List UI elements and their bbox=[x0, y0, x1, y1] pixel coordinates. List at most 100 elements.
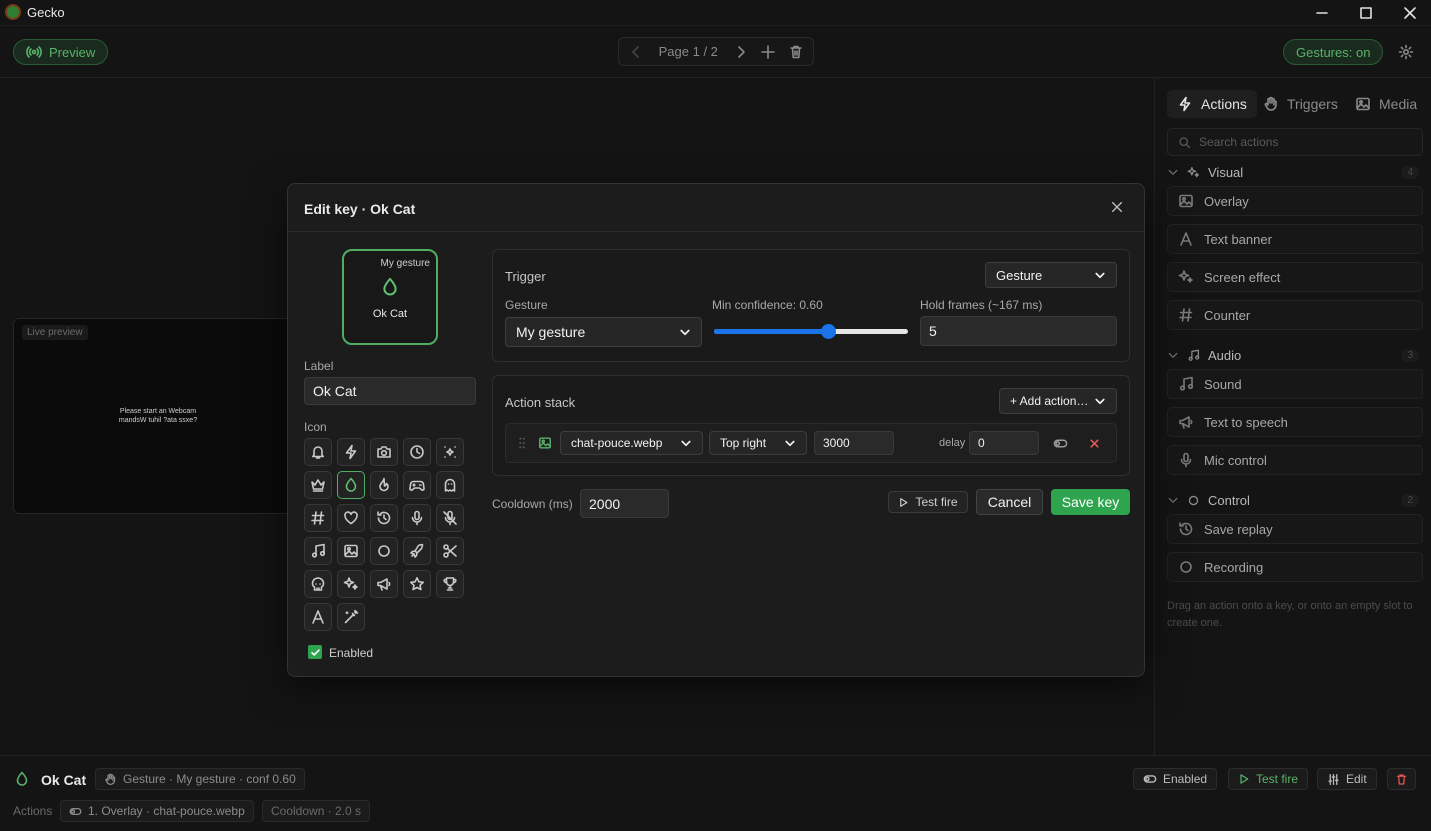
action-screen-effect[interactable]: Screen effect bbox=[1167, 262, 1423, 292]
tab-actions[interactable]: Actions bbox=[1167, 90, 1257, 118]
add-action-select[interactable]: + Add action… bbox=[999, 388, 1117, 414]
icon-option-trophy[interactable] bbox=[436, 570, 464, 598]
minimize-icon bbox=[1316, 12, 1328, 14]
trigger-chip: Gesture · My gesture · conf 0.60 bbox=[95, 768, 305, 790]
enabled-toggle-button[interactable]: Enabled bbox=[1133, 768, 1218, 790]
delete-key-button[interactable] bbox=[1387, 768, 1416, 790]
icon-option-circle[interactable] bbox=[370, 537, 398, 565]
icon-option-mic-off[interactable] bbox=[436, 504, 464, 532]
action-sound[interactable]: Sound bbox=[1167, 369, 1423, 399]
slider-thumb[interactable] bbox=[821, 324, 836, 339]
icon-option-text-a[interactable] bbox=[304, 603, 332, 631]
hold-frames-value: 5 bbox=[929, 323, 937, 339]
gesture-select[interactable]: My gesture bbox=[505, 317, 702, 347]
action-stack-panel: Action stack + Add action… chat-pouce.we… bbox=[492, 375, 1130, 476]
icon-option-rocket[interactable] bbox=[403, 537, 431, 565]
icon-option-droplet[interactable] bbox=[337, 471, 365, 499]
icon-option-scissors[interactable] bbox=[436, 537, 464, 565]
save-key-button[interactable]: Save key bbox=[1051, 489, 1130, 515]
media-file-value: chat-pouce.webp bbox=[571, 436, 663, 450]
minimize-button[interactable] bbox=[1299, 0, 1345, 26]
icon-option-history[interactable] bbox=[370, 504, 398, 532]
delay-input[interactable]: 0 bbox=[969, 431, 1039, 455]
skull-icon bbox=[311, 577, 325, 591]
action-counter[interactable]: Counter bbox=[1167, 300, 1423, 330]
icon-option-star[interactable] bbox=[403, 570, 431, 598]
prev-page-button[interactable] bbox=[619, 44, 653, 60]
search-input[interactable]: Search actions bbox=[1167, 128, 1423, 156]
section-audio[interactable]: Audio 3 bbox=[1167, 345, 1423, 365]
drag-handle-icon[interactable] bbox=[515, 436, 529, 450]
icon-option-sparkle-scatter[interactable] bbox=[436, 438, 464, 466]
section-visual[interactable]: Visual 4 bbox=[1167, 162, 1423, 182]
preview-button[interactable]: Preview bbox=[13, 39, 109, 65]
icon-option-flame[interactable] bbox=[370, 471, 398, 499]
hold-frames-input[interactable]: 5 bbox=[920, 316, 1117, 346]
hold-frames-label: Hold frames (~167 ms) bbox=[920, 298, 1043, 312]
tab-triggers[interactable]: Triggers bbox=[1253, 90, 1348, 118]
duration-input[interactable]: 3000 bbox=[814, 431, 894, 455]
gestures-toggle[interactable]: Gestures: on bbox=[1283, 39, 1384, 65]
bell-icon bbox=[312, 446, 324, 459]
circle-icon bbox=[378, 545, 390, 557]
action-text-banner[interactable]: Text banner bbox=[1167, 224, 1423, 254]
trigger-type-select[interactable]: Gesture bbox=[985, 262, 1117, 288]
flame-icon bbox=[379, 477, 389, 492]
icon-option-sparkles[interactable] bbox=[337, 570, 365, 598]
trigger-title: Trigger bbox=[505, 269, 546, 284]
remove-action-icon[interactable] bbox=[1088, 437, 1101, 450]
icon-option-camera[interactable] bbox=[370, 438, 398, 466]
action-counter-label: Counter bbox=[1204, 307, 1251, 323]
cancel-button[interactable]: Cancel bbox=[976, 489, 1043, 515]
section-control[interactable]: Control 2 bbox=[1167, 490, 1423, 510]
cooldown-input[interactable]: 2000 bbox=[580, 489, 669, 518]
icon-option-megaphone[interactable] bbox=[370, 570, 398, 598]
icon-option-music[interactable] bbox=[304, 537, 332, 565]
action-recording[interactable]: Recording bbox=[1167, 552, 1423, 582]
maximize-button[interactable] bbox=[1343, 0, 1389, 26]
icon-option-bolt[interactable] bbox=[337, 438, 365, 466]
add-page-button[interactable] bbox=[758, 44, 780, 60]
megaphone-icon bbox=[1179, 416, 1193, 429]
icon-option-gamepad[interactable] bbox=[403, 471, 431, 499]
cancel-label: Cancel bbox=[987, 494, 1032, 510]
icon-option-bell[interactable] bbox=[304, 438, 332, 466]
action-overlay[interactable]: Overlay bbox=[1167, 186, 1423, 216]
action-text-to-speech[interactable]: Text to speech bbox=[1167, 407, 1423, 437]
confidence-slider[interactable] bbox=[714, 323, 908, 341]
next-page-button[interactable] bbox=[724, 44, 758, 60]
scissors-icon bbox=[443, 544, 457, 558]
icon-option-image[interactable] bbox=[337, 537, 365, 565]
icon-option-skull[interactable] bbox=[304, 570, 332, 598]
media-file-select[interactable]: chat-pouce.webp bbox=[560, 431, 703, 455]
icon-option-heart[interactable] bbox=[337, 504, 365, 532]
actions-label: Actions bbox=[13, 804, 53, 818]
panel-hint: Drag an action onto a key, or onto an em… bbox=[1167, 600, 1413, 629]
icon-option-crown[interactable] bbox=[304, 471, 332, 499]
live-preview: Live preview Please start an Webcam mand… bbox=[13, 318, 303, 514]
tab-media[interactable]: Media bbox=[1345, 90, 1427, 118]
toggle-icon[interactable] bbox=[1053, 436, 1068, 451]
cooldown-value: 2000 bbox=[589, 495, 621, 512]
icon-option-mic[interactable] bbox=[403, 504, 431, 532]
close-window-button[interactable] bbox=[1387, 0, 1431, 26]
action-save-replay[interactable]: Save replay bbox=[1167, 514, 1423, 544]
chevron-down-icon bbox=[1095, 398, 1105, 405]
delete-page-button[interactable] bbox=[779, 44, 813, 60]
position-select[interactable]: Top right bbox=[709, 431, 807, 455]
label-input[interactable]: Ok Cat bbox=[304, 377, 476, 405]
enabled-checkbox[interactable] bbox=[308, 645, 322, 659]
icon-option-ghost[interactable] bbox=[436, 471, 464, 499]
edit-key-button[interactable]: Edit bbox=[1317, 768, 1377, 790]
action-mic-control[interactable]: Mic control bbox=[1167, 445, 1423, 475]
test-fire-button-bottom[interactable]: Test fire bbox=[1228, 768, 1309, 790]
icon-option-magic-wand[interactable] bbox=[337, 603, 365, 631]
icon-option-hash[interactable] bbox=[304, 504, 332, 532]
test-fire-button[interactable]: Test fire bbox=[888, 491, 968, 513]
chevron-down-icon bbox=[681, 440, 691, 447]
close-dialog-button[interactable] bbox=[1110, 200, 1124, 214]
icon-option-clock[interactable] bbox=[403, 438, 431, 466]
cooldown-chip-label: Cooldown · 2.0 s bbox=[271, 804, 362, 818]
test-fire-label: Test fire bbox=[915, 495, 958, 509]
settings-button[interactable] bbox=[1398, 44, 1414, 60]
